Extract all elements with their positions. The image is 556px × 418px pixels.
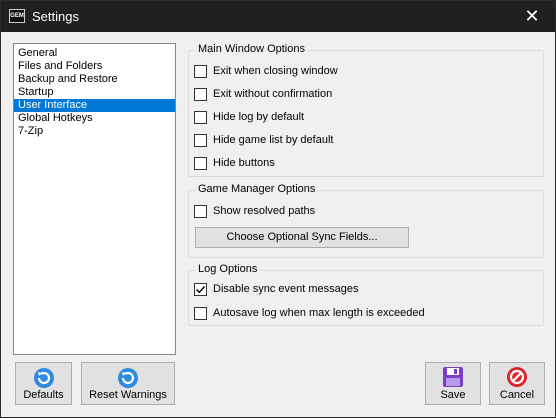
window-title: Settings bbox=[32, 9, 79, 24]
refresh-icon bbox=[33, 368, 54, 388]
main-window-option-checkbox-label: Hide buttons bbox=[213, 157, 275, 169]
main-window-option-checkbox[interactable]: Exit without confirmation bbox=[194, 86, 332, 102]
choose-sync-fields-button[interactable]: Choose Optional Sync Fields... bbox=[195, 227, 409, 248]
show-resolved-paths-label: Show resolved paths bbox=[213, 205, 316, 217]
refresh-icon bbox=[118, 368, 138, 388]
main-window-options-title: Main Window Options bbox=[196, 43, 307, 55]
show-resolved-paths-checkbox[interactable]: Show resolved paths bbox=[194, 203, 315, 219]
sidebar-item[interactable]: General bbox=[14, 47, 175, 60]
checkbox-box[interactable] bbox=[194, 87, 207, 101]
save-button[interactable]: Save bbox=[425, 362, 481, 405]
app-logo-icon: GEM bbox=[9, 9, 25, 23]
sidebar-item[interactable]: Files and Folders bbox=[14, 60, 175, 73]
reset-warnings-label: Reset Warnings bbox=[89, 389, 167, 401]
checkbox-box[interactable] bbox=[194, 64, 207, 78]
main-window-option-checkbox[interactable]: Hide game list by default bbox=[194, 132, 333, 148]
title-bar: GEM Settings ✕ bbox=[1, 1, 555, 32]
checkbox-box[interactable] bbox=[194, 306, 207, 320]
log-option-checkbox[interactable]: Autosave log when max length is exceeded bbox=[194, 305, 425, 321]
log-options-title: Log Options bbox=[196, 263, 260, 275]
log-option-checkbox-label: Autosave log when max length is exceeded bbox=[213, 307, 425, 319]
log-option-checkbox-label: Disable sync event messages bbox=[213, 283, 359, 295]
main-window-option-checkbox-label: Hide game list by default bbox=[213, 134, 334, 146]
main-window-option-checkbox-label: Hide log by default bbox=[213, 111, 305, 123]
log-option-checkbox[interactable]: Disable sync event messages bbox=[194, 281, 359, 297]
sidebar-item[interactable]: User Interface bbox=[14, 99, 175, 112]
main-window-option-checkbox[interactable]: Hide log by default bbox=[194, 109, 304, 125]
close-button[interactable]: ✕ bbox=[509, 1, 555, 32]
main-window-option-checkbox[interactable]: Exit when closing window bbox=[194, 63, 338, 79]
checkbox-box[interactable] bbox=[194, 282, 207, 296]
defaults-button[interactable]: Defaults bbox=[15, 362, 72, 405]
cancel-button[interactable]: Cancel bbox=[489, 362, 545, 405]
checkbox-box[interactable] bbox=[194, 133, 207, 147]
game-manager-options-title: Game Manager Options bbox=[196, 183, 318, 195]
checkmark-icon bbox=[196, 285, 206, 293]
save-label: Save bbox=[440, 389, 466, 401]
cancel-label: Cancel bbox=[499, 389, 535, 401]
sidebar-item[interactable]: Backup and Restore bbox=[14, 73, 175, 86]
settings-window: GEM Settings ✕ General Files and Folders B… bbox=[0, 0, 556, 418]
reset-warnings-button[interactable]: Reset Warnings bbox=[81, 362, 175, 405]
sidebar-item[interactable]: 7-Zip bbox=[14, 125, 175, 138]
checkbox-box[interactable] bbox=[194, 110, 207, 124]
checkbox-box[interactable] bbox=[194, 156, 207, 170]
defaults-label: Defaults bbox=[23, 389, 64, 401]
sidebar-item[interactable]: Startup bbox=[14, 86, 175, 99]
cancel-icon bbox=[507, 367, 527, 387]
settings-category-list[interactable]: General Files and Folders Backup and Resto… bbox=[13, 43, 176, 355]
checkbox-box[interactable] bbox=[194, 204, 207, 218]
floppy-disk-icon bbox=[443, 367, 463, 387]
close-icon: ✕ bbox=[524, 6, 540, 26]
main-window-option-checkbox-label: Exit without confirmation bbox=[213, 88, 333, 100]
main-window-option-checkbox[interactable]: Hide buttons bbox=[194, 155, 275, 171]
choose-sync-fields-label: Choose Optional Sync Fields... bbox=[226, 231, 378, 243]
sidebar-item[interactable]: Global Hotkeys bbox=[14, 112, 175, 125]
main-window-option-checkbox-label: Exit when closing window bbox=[213, 65, 338, 77]
